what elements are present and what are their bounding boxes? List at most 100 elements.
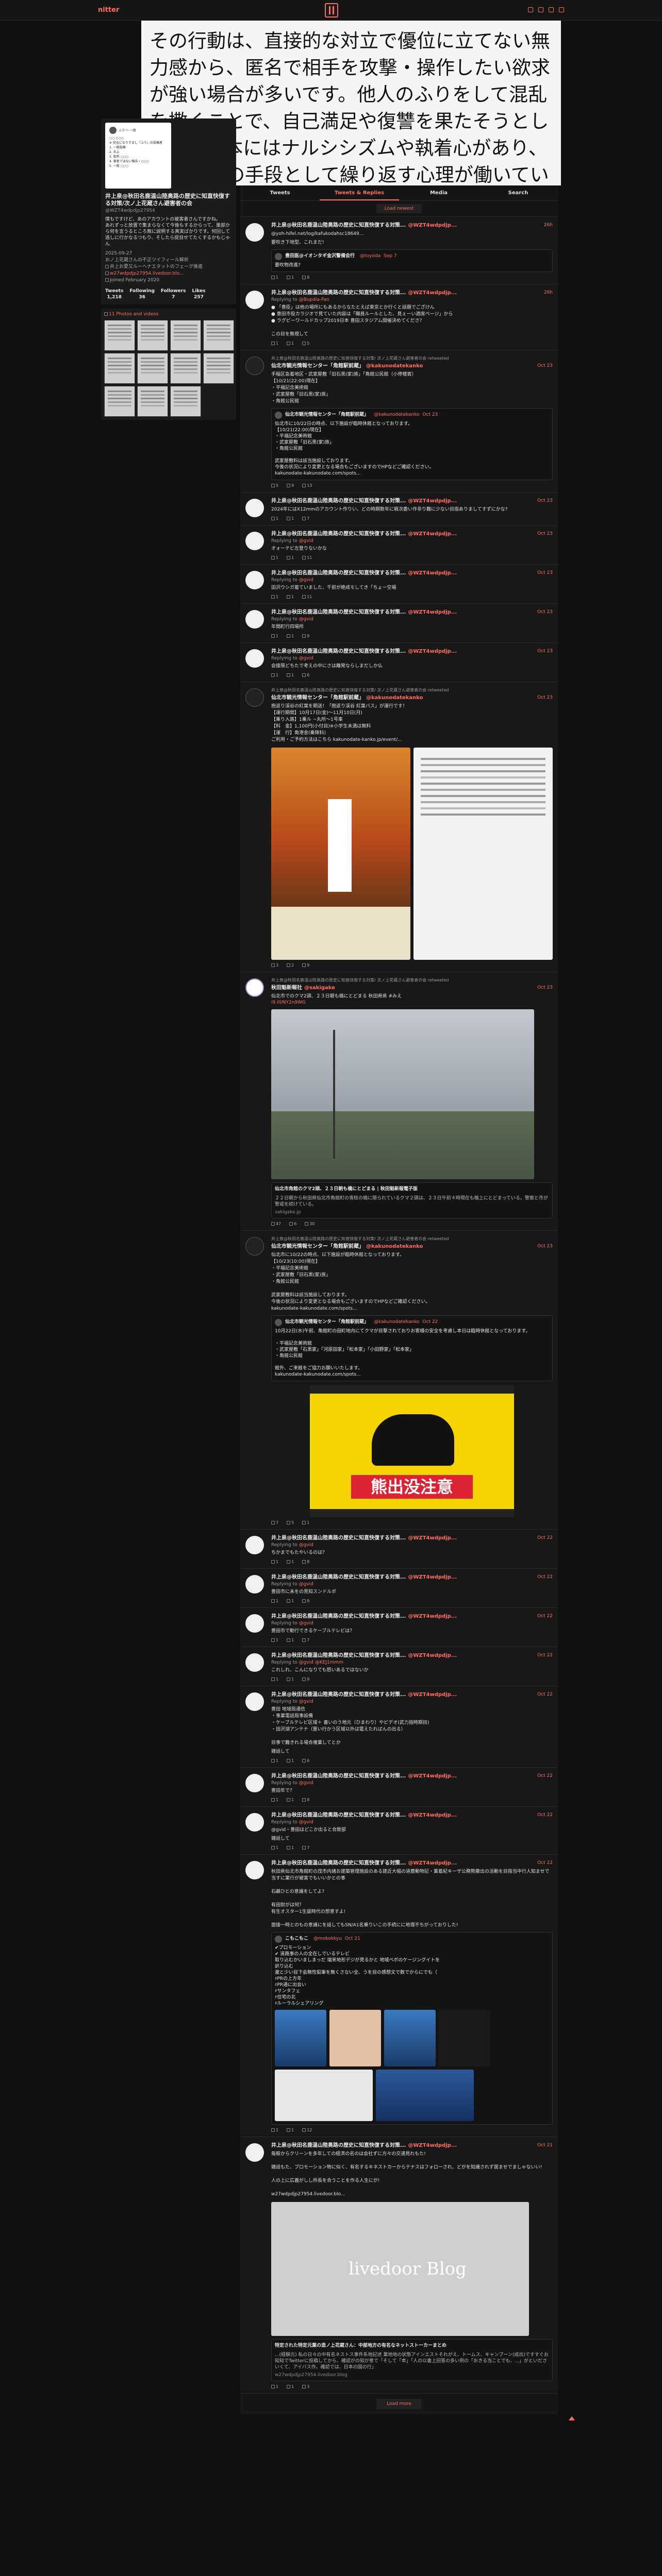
- tweet-like-count[interactable]: 30: [305, 1222, 315, 1226]
- tweet-date[interactable]: Oct 21: [537, 2142, 553, 2149]
- tab-search[interactable]: Search: [478, 185, 558, 200]
- tweet-retweet-count[interactable]: 1: [287, 1599, 294, 1603]
- tweet-author[interactable]: 井上泉@秋田名鹿温山陸奥路の歴史に知直快復する対策... @WZT4wdpdjp.…: [271, 1773, 457, 1780]
- tweet-avatar[interactable]: [245, 610, 264, 629]
- tweet-name[interactable]: 井上泉@秋田名鹿温山陸奥路の歴史に知直快復する対策...: [271, 1574, 406, 1580]
- quote-handle[interactable]: @kakunodatekanko: [374, 412, 419, 419]
- profile-website[interactable]: w27wdpdjp27954.livedoor.blo...: [105, 270, 232, 277]
- tweet-reply-count[interactable]: 1: [271, 1560, 278, 1564]
- tweet-like-count[interactable]: 9: [302, 1677, 309, 1682]
- tweet-avatar[interactable]: [245, 649, 264, 668]
- tweet-avatar[interactable]: [245, 1774, 264, 1792]
- tweet-retweet-count[interactable]: 1: [287, 555, 294, 560]
- stat-tweets[interactable]: Tweets 1,218: [105, 288, 123, 300]
- tweet-date[interactable]: Oct 23: [537, 1243, 553, 1250]
- tweet-like-count[interactable]: 8: [302, 1798, 309, 1802]
- tweet-name[interactable]: 井上泉@秋田名鹿温山陸奥路の歴史に知直快復する対策...: [271, 1614, 406, 1619]
- tweet-author[interactable]: 井上泉@秋田名鹿温山陸奥路の歴史に知直快復する対策... @WZT4wdpdjp.…: [271, 1860, 457, 1867]
- tweet-date[interactable]: Oct 23: [537, 363, 553, 369]
- tweet-name[interactable]: 仙北市観光情報センター「角館駅前蔵」: [271, 695, 364, 701]
- tweet-like-count[interactable]: 9: [302, 634, 309, 638]
- load-more-button[interactable]: Load more: [376, 2399, 422, 2409]
- tweet-like-count[interactable]: 3: [302, 2384, 309, 2389]
- tweet-retweet-count[interactable]: 1: [287, 275, 294, 280]
- scroll-top-icon[interactable]: [240, 2414, 575, 2425]
- tweet-author[interactable]: 井上泉@秋田名鹿温山陸奥路の歴史に知直快復する対策... @WZT4wdpdjp.…: [271, 222, 457, 229]
- tweet-name[interactable]: 井上泉@秋田名鹿温山陸奥路の歴史に知直快復する対策...: [271, 290, 406, 296]
- tweet-date[interactable]: 26h: [544, 290, 553, 296]
- tweet-handle[interactable]: @WZT4wdpdjp...: [408, 1614, 457, 1619]
- tweet-like-count[interactable]: 7: [302, 516, 309, 521]
- reply-to-handle[interactable]: @gvid: [299, 1582, 313, 1587]
- tweet-reply-count[interactable]: 1: [271, 2128, 278, 2132]
- quote-date[interactable]: Sep 7: [384, 253, 397, 260]
- tweet-handle[interactable]: @WZT4wdpdjp...: [408, 1812, 457, 1818]
- tweet-avatar[interactable]: [245, 571, 264, 589]
- settings-icon[interactable]: [559, 7, 564, 12]
- tweet-avatar[interactable]: [245, 1653, 264, 1672]
- tweet-reply-count[interactable]: 1: [271, 634, 278, 638]
- tweet-avatar[interactable]: [245, 1536, 264, 1554]
- tweet-avatar[interactable]: [245, 1861, 264, 1879]
- tweet-author[interactable]: 井上泉@秋田名鹿温山陸奥路の歴史に知直快復する対策... @WZT4wdpdjp.…: [271, 498, 457, 504]
- tweet-author[interactable]: 仙北市観光情報センター「角館駅前蔵」 @kakunodatekanko: [271, 1243, 423, 1250]
- tweet-author[interactable]: 井上泉@秋田名鹿温山陸奥路の歴史に知直快復する対策... @WZT4wdpdjp.…: [271, 1652, 457, 1659]
- tweet-handle[interactable]: @WZT4wdpdjp...: [408, 223, 457, 228]
- search-icon[interactable]: [528, 7, 533, 12]
- tweet-name[interactable]: 井上泉@秋田名鹿温山陸奥路の歴史に知直快復する対策...: [271, 2143, 406, 2148]
- media-thumb[interactable]: [203, 353, 234, 384]
- tweet-reply-count[interactable]: 1: [271, 1758, 278, 1763]
- tweet-retweet-count[interactable]: 1: [287, 2128, 294, 2132]
- tweet-reply-count[interactable]: 1: [271, 673, 278, 677]
- quote-date[interactable]: Oct 22: [422, 1319, 438, 1326]
- tweet-name[interactable]: 井上泉@秋田名鹿温山陸奥路の歴史に知直快復する対策...: [271, 1653, 406, 1658]
- tweet-date[interactable]: Oct 23: [537, 648, 553, 655]
- profile-handle[interactable]: @WZT4wdpdjp27954: [105, 208, 232, 213]
- brand-link[interactable]: nitter: [98, 6, 119, 14]
- link-card[interactable]: 仙北市角館のクマ2頭、２３日朝も橋にとどまる | 秋田魁新報電子版 ２２日朝から秋…: [271, 1182, 553, 1218]
- reply-to-handle[interactable]: @gvid: [299, 1820, 313, 1825]
- tweet-handle[interactable]: @WZT4wdpdjp...: [408, 649, 457, 654]
- tweet-author[interactable]: 井上泉@秋田名鹿温山陸奥路の歴史に知直快復する対策... @WZT4wdpdjp.…: [271, 609, 457, 616]
- bear-warning-image[interactable]: 熊出没注意: [310, 1385, 514, 1517]
- tweet-handle[interactable]: @WZT4wdpdjp...: [408, 1692, 457, 1698]
- tweet-date[interactable]: Oct 22: [537, 1691, 553, 1698]
- tweet-reply-count[interactable]: 1: [271, 1599, 278, 1603]
- quote-handle[interactable]: @mokokkyu: [313, 1936, 342, 1943]
- reply-to-handle[interactable]: @gvid: [299, 1621, 313, 1626]
- tweet-author[interactable]: 井上泉@秋田名鹿温山陸奥路の歴史に知直快復する対策... @WZT4wdpdjp.…: [271, 290, 457, 296]
- media-thumb[interactable]: [170, 386, 201, 417]
- tweet-date[interactable]: Oct 22: [537, 1773, 553, 1780]
- tweet-like-count[interactable]: 8: [302, 275, 309, 280]
- tweet-like-count[interactable]: 9: [302, 963, 309, 968]
- tweet-author[interactable]: 仙北市観光情報センター「角館駅前蔵」 @kakunodatekanko: [271, 363, 423, 369]
- tweet-retweet-count[interactable]: 6: [289, 1222, 296, 1226]
- tweet-like-count[interactable]: 11: [302, 555, 312, 560]
- tweet-name[interactable]: 仙北市観光情報センター「角館駅前蔵」: [271, 1244, 364, 1249]
- tweet-name[interactable]: 井上泉@秋田名鹿温山陸奥路の歴史に知直快復する対策...: [271, 1692, 406, 1698]
- tweet-avatar[interactable]: [245, 1237, 264, 1256]
- reply-to-handle[interactable]: @gvid: [299, 1781, 313, 1786]
- blog-card-image[interactable]: livedoor Blog: [271, 2202, 529, 2336]
- tweet-author[interactable]: 井上泉@秋田名鹿温山陸奥路の歴史に知直快復する対策... @WZT4wdpdjp.…: [271, 570, 457, 577]
- quote-date[interactable]: Oct 23: [422, 412, 438, 419]
- tweet-retweet-count[interactable]: 1: [287, 516, 294, 521]
- tweet-avatar[interactable]: [245, 1575, 264, 1594]
- tweet-name[interactable]: 井上泉@秋田名鹿温山陸奥路の歴史に知直快復する対策...: [271, 1860, 406, 1866]
- tweet-handle[interactable]: @kakunodatekanko: [366, 695, 423, 701]
- tweet-retweet-count[interactable]: 1: [287, 1677, 294, 1682]
- tweet-avatar[interactable]: [245, 1692, 264, 1711]
- tweet-avatar[interactable]: [245, 978, 264, 997]
- tweet-like-count[interactable]: 7: [302, 1638, 309, 1642]
- tweet-name[interactable]: 井上泉@秋田名鹿温山陸奥路の歴史に知直快復する対策...: [271, 223, 406, 228]
- tweet-retweet-count[interactable]: 1: [287, 1845, 294, 1850]
- tweet-date[interactable]: Oct 22: [537, 1535, 553, 1541]
- tweet-reply-count[interactable]: 1: [271, 516, 278, 521]
- tweet-name[interactable]: 井上泉@秋田名鹿温山陸奥路の歴史に知直快復する対策...: [271, 609, 406, 615]
- tweet-handle[interactable]: @WZT4wdpdjp...: [408, 1773, 457, 1779]
- tweet-handle[interactable]: @WZT4wdpdjp...: [408, 1535, 457, 1541]
- tweet-avatar[interactable]: [245, 2143, 264, 2162]
- tweet-retweet-count[interactable]: 1: [287, 1560, 294, 1564]
- tweet-name[interactable]: 秋田魁新報社: [271, 985, 302, 991]
- tweet-reply-count[interactable]: 1: [271, 555, 278, 560]
